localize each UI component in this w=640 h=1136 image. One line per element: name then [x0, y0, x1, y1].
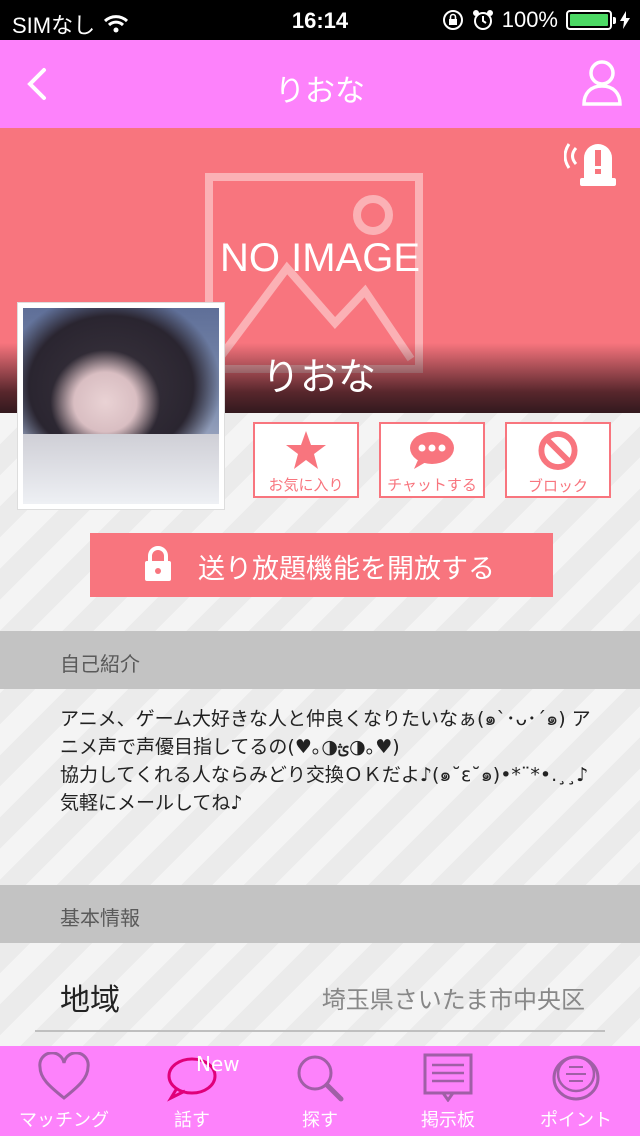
status-right: 100% — [442, 7, 630, 33]
bulletin-board-icon — [423, 1053, 473, 1102]
rotation-lock-icon — [442, 10, 463, 30]
block-label: ブロック — [527, 477, 588, 495]
report-button[interactable] — [563, 138, 626, 190]
tab-bar: マッチング New 話す 探す 掲示板 ポイント — [0, 1046, 640, 1136]
chat-label: チャットする — [387, 476, 477, 494]
chat-bubble-icon — [410, 432, 454, 469]
profile-name: りおな — [262, 355, 377, 399]
magnifier-icon — [297, 1055, 344, 1102]
block-button[interactable]: ブロック — [505, 422, 611, 498]
no-image-text: NO IMAGE — [219, 236, 421, 280]
tab-matching-label: マッチング — [19, 1110, 109, 1131]
new-badge: New — [196, 1052, 240, 1076]
favorite-label: お気に入り — [268, 476, 344, 494]
info-value: 埼玉県さいたま市中央区 — [321, 986, 585, 1014]
info-row-region: 地域 埼玉県さいたま市中央区 — [35, 960, 605, 1032]
favorite-button[interactable]: お気に入り — [253, 422, 359, 498]
tab-talk[interactable]: New 話す — [128, 1046, 256, 1136]
avatar-photo — [23, 308, 219, 504]
alarm-icon — [472, 10, 493, 30]
status-bar: SIMなし 16:14 100% — [0, 0, 640, 40]
self-intro-text: アニメ、ゲーム大好きな人と仲良くなりたいなぁ(๑`･ᴗ･´๑) アニメ声で声優目… — [60, 708, 591, 814]
tab-search-label: 探す — [302, 1110, 338, 1131]
avatar[interactable] — [17, 302, 225, 510]
charging-icon — [620, 11, 630, 29]
battery-percent: 100% — [501, 7, 558, 32]
lock-icon — [145, 546, 171, 581]
tab-search[interactable]: 探す — [256, 1046, 384, 1136]
coin-icon — [552, 1055, 600, 1101]
nav-bar: りおな — [0, 40, 640, 128]
unlock-unlimited-button[interactable]: 送り放題機能を開放する — [90, 533, 553, 597]
chat-button[interactable]: チャットする — [379, 422, 485, 498]
prohibited-icon — [538, 430, 578, 471]
tab-points[interactable]: ポイント — [512, 1046, 640, 1136]
user-icon — [582, 60, 622, 106]
info-key: 地域 — [60, 983, 120, 1018]
my-profile-button[interactable] — [580, 58, 624, 108]
tab-points-label: ポイント — [540, 1110, 612, 1131]
unlock-label: 送り放題機能を開放する — [198, 554, 495, 585]
section-header-basic-info: 基本情報 — [0, 885, 640, 943]
section-header-intro: 自己紹介 — [0, 631, 640, 689]
battery-icon — [566, 10, 616, 30]
alert-siren-icon — [563, 143, 616, 186]
page-title: りおな — [275, 74, 365, 109]
tab-bulletin-board[interactable]: 掲示板 — [384, 1046, 512, 1136]
star-icon — [286, 431, 326, 469]
tab-matching[interactable]: マッチング — [0, 1046, 128, 1136]
tab-talk-label: 話す — [174, 1110, 210, 1131]
tab-board-label: 掲示板 — [421, 1110, 475, 1131]
heart-icon — [38, 1052, 90, 1100]
